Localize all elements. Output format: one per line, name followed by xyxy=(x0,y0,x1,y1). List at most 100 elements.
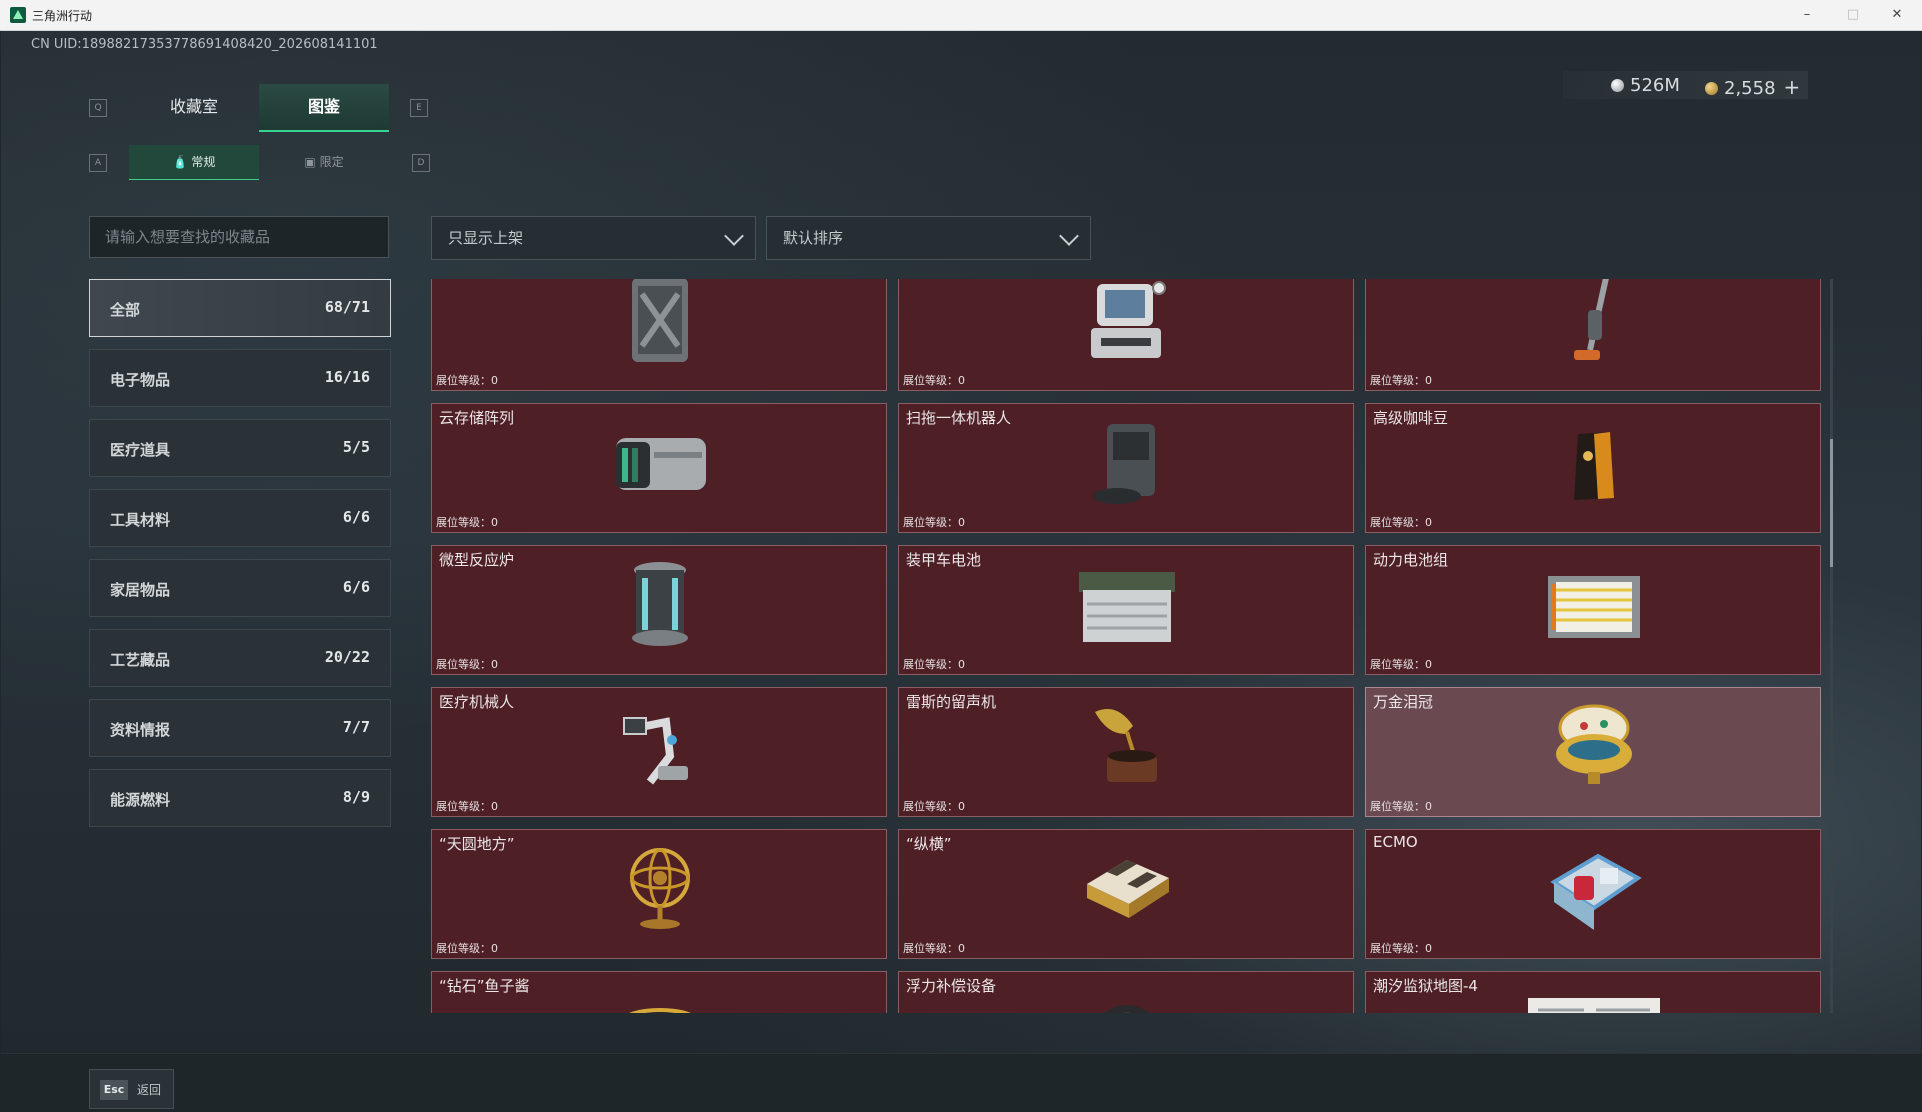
collection-card[interactable]: 云存储阵列 展位等级：0 xyxy=(431,403,887,533)
collection-card[interactable]: 动力电池组 展位等级：0 xyxy=(1365,545,1821,675)
add-currency-button[interactable]: + xyxy=(1784,75,1801,99)
search-input[interactable]: 请输入想要查找的收藏品 xyxy=(89,216,389,258)
category-tools[interactable]: 工具材料 6/6 xyxy=(89,489,391,547)
key-hint-e: E xyxy=(410,99,428,117)
gold-balance: 2,558 + xyxy=(1705,75,1800,99)
subtab-regular[interactable]: 🧴 常规 xyxy=(129,145,259,180)
game-viewport: CN UID:18988217353778691408420_202608141… xyxy=(1,31,1921,1112)
category-name: 电子物品 xyxy=(110,371,171,389)
grid-scroll-thumb[interactable] xyxy=(1830,439,1833,567)
category-electronics[interactable]: 电子物品 16/16 xyxy=(89,349,391,407)
caviar-tin-icon xyxy=(610,980,710,1013)
bottle-icon: 🧴 xyxy=(172,155,192,169)
collection-card[interactable]: 扫拖一体机器人 展位等级：0 xyxy=(898,403,1354,533)
category-household[interactable]: 家居物品 6/6 xyxy=(89,559,391,617)
collection-grid: 展位等级：0 展位等级：0 展位等级：0 云存储阵列 展位等级：0 扫拖一体机器… xyxy=(431,279,1821,1013)
display-level: 展位等级：0 xyxy=(1370,516,1432,529)
back-label: 返回 xyxy=(137,1083,162,1097)
category-energy[interactable]: 能源燃料 8/9 xyxy=(89,769,391,827)
silver-coin-icon xyxy=(1611,79,1624,92)
reactor-icon xyxy=(610,554,710,654)
item-name: 微型反应炉 xyxy=(439,551,515,569)
category-crafts[interactable]: 工艺藏品 20/22 xyxy=(89,629,391,687)
bottom-bar xyxy=(1,1053,1921,1112)
category-count: 5/5 xyxy=(342,438,370,456)
shelf-filter-value: 只显示上架 xyxy=(448,229,524,247)
minimize-button[interactable]: – xyxy=(1792,4,1822,26)
display-level: 展位等级：0 xyxy=(436,516,498,529)
category-name: 医疗道具 xyxy=(110,441,171,459)
vacuum-icon xyxy=(1544,279,1644,370)
monitor-device-icon xyxy=(1077,279,1177,370)
subtab-limited-label: 限定 xyxy=(319,155,344,169)
app-logo-icon xyxy=(10,7,26,23)
item-name: “纵横” xyxy=(906,835,952,853)
close-button[interactable]: ✕ xyxy=(1882,4,1912,26)
maximize-button[interactable]: □ xyxy=(1838,4,1868,26)
collection-card[interactable]: 高级咖啡豆 展位等级：0 xyxy=(1365,403,1821,533)
item-name: “天圆地方” xyxy=(439,835,515,853)
category-count: 7/7 xyxy=(342,718,370,736)
item-name: 雷斯的留声机 xyxy=(906,693,997,711)
category-count: 6/6 xyxy=(342,578,370,596)
key-hint-q: Q xyxy=(89,99,107,117)
collection-card[interactable]: “钻石”鱼子酱 xyxy=(431,971,887,1013)
buoyancy-device-icon xyxy=(1077,980,1177,1013)
collection-card[interactable]: 医疗机械人 展位等级：0 xyxy=(431,687,887,817)
category-name: 家居物品 xyxy=(110,581,171,599)
item-name: 高级咖啡豆 xyxy=(1373,409,1449,427)
collection-card[interactable]: 展位等级：0 xyxy=(431,279,887,391)
category-count: 68/71 xyxy=(324,298,370,316)
shelf-filter-dropdown[interactable]: 只显示上架 xyxy=(431,216,756,260)
collection-card[interactable]: 装甲车电池 展位等级：0 xyxy=(898,545,1354,675)
silver-balance: 526M xyxy=(1611,75,1680,96)
ecmo-machine-icon xyxy=(1544,838,1644,938)
category-count: 8/9 xyxy=(342,788,370,806)
key-hint-a: A xyxy=(89,154,107,172)
silver-amount: 526M xyxy=(1630,75,1680,96)
back-button[interactable]: Esc 返回 xyxy=(89,1069,174,1109)
collection-card[interactable]: 展位等级：0 xyxy=(898,279,1354,391)
category-count: 20/22 xyxy=(324,648,370,666)
chevron-down-icon xyxy=(724,226,744,246)
item-name: 潮汐监狱地图-4 xyxy=(1373,977,1478,995)
tab-catalog[interactable]: 图鉴 xyxy=(259,84,389,132)
display-level: 展位等级：0 xyxy=(903,374,965,387)
battery-icon xyxy=(1077,554,1177,654)
collection-card[interactable]: 微型反应炉 展位等级：0 xyxy=(431,545,887,675)
gramophone-icon xyxy=(1077,696,1177,796)
collection-card[interactable]: 浮力补偿设备 xyxy=(898,971,1354,1013)
display-level: 展位等级：0 xyxy=(1370,942,1432,955)
category-medical[interactable]: 医疗道具 5/5 xyxy=(89,419,391,477)
collection-card[interactable]: “纵横” 展位等级：0 xyxy=(898,829,1354,959)
tab-collection-room[interactable]: 收藏室 xyxy=(129,84,259,130)
collection-card[interactable]: 潮汐监狱地图-4 xyxy=(1365,971,1821,1013)
robot-vacuum-icon xyxy=(1077,412,1177,512)
sort-dropdown[interactable]: 默认排序 xyxy=(766,216,1091,260)
category-all[interactable]: 全部 68/71 xyxy=(89,279,391,337)
category-name: 资料情报 xyxy=(110,721,171,739)
category-intel[interactable]: 资料情报 7/7 xyxy=(89,699,391,757)
window-title: 三角洲行动 xyxy=(32,9,93,23)
battery-pack-icon xyxy=(1544,554,1644,654)
display-level: 展位等级：0 xyxy=(436,374,498,387)
item-name: 动力电池组 xyxy=(1373,551,1449,569)
collection-card[interactable]: 万金泪冠 展位等级：0 xyxy=(1365,687,1821,817)
collection-card[interactable]: 展位等级：0 xyxy=(1365,279,1821,391)
item-name: 云存储阵列 xyxy=(439,409,515,427)
subtab-limited[interactable]: ▣ 限定 xyxy=(259,145,389,179)
item-name: 万金泪冠 xyxy=(1373,693,1434,711)
display-level: 展位等级：0 xyxy=(436,800,498,813)
sort-value: 默认排序 xyxy=(783,229,844,247)
collection-card[interactable]: ECMO 展位等级：0 xyxy=(1365,829,1821,959)
collection-card[interactable]: “天圆地方” 展位等级：0 xyxy=(431,829,887,959)
currency-bar: 526M 2,558 + xyxy=(1563,71,1808,99)
grid-scrollbar[interactable] xyxy=(1830,279,1833,1013)
display-level: 展位等级：0 xyxy=(903,516,965,529)
medical-robot-icon xyxy=(610,696,710,796)
item-name: 装甲车电池 xyxy=(906,551,982,569)
display-level: 展位等级：0 xyxy=(903,658,965,671)
collection-card[interactable]: 雷斯的留声机 展位等级：0 xyxy=(898,687,1354,817)
window-titlebar: 三角洲行动 – □ ✕ xyxy=(0,0,1922,31)
display-level: 展位等级：0 xyxy=(436,942,498,955)
